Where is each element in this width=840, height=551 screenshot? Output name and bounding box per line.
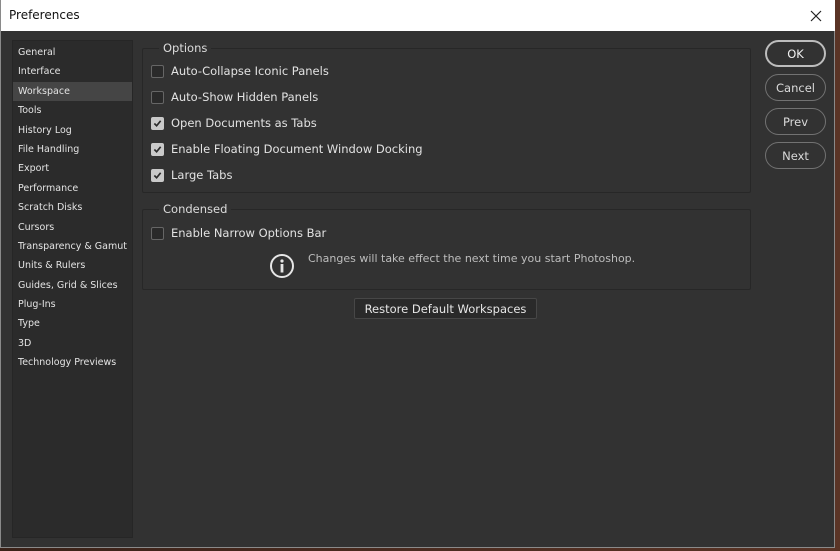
checkmark-icon xyxy=(153,171,162,179)
sidebar-item-history-log[interactable]: History Log xyxy=(13,121,132,140)
sidebar-item-guides-grid-slices[interactable]: Guides, Grid & Slices xyxy=(13,276,132,295)
enable-narrow-options-bar-checkbox[interactable]: Enable Narrow Options Bar xyxy=(151,226,326,240)
next-button[interactable]: Next xyxy=(765,142,826,169)
cancel-button[interactable]: Cancel xyxy=(765,74,826,101)
sidebar-item-general[interactable]: General xyxy=(13,43,132,62)
checkbox-box[interactable] xyxy=(151,116,164,130)
large-tabs-checkbox[interactable]: Large Tabs xyxy=(151,168,232,182)
checkbox-label: Large Tabs xyxy=(171,168,233,182)
open-documents-as-tabs-checkbox[interactable]: Open Documents as Tabs xyxy=(151,116,317,130)
title-bar: Preferences xyxy=(1,0,835,31)
auto-collapse-iconic-panels-checkbox[interactable]: Auto-Collapse Iconic Panels xyxy=(151,64,329,78)
checkmark-icon xyxy=(153,145,162,153)
checkbox-box[interactable] xyxy=(151,64,164,78)
restart-notice: Changes will take effect the next time y… xyxy=(269,252,635,279)
checkbox-label: Auto-Collapse Iconic Panels xyxy=(171,64,329,78)
condensed-group: Condensed Enable Narrow Options Bar Chan… xyxy=(142,202,751,290)
sidebar-item-transparency-gamut[interactable]: Transparency & Gamut xyxy=(13,237,132,256)
restart-notice-text: Changes will take effect the next time y… xyxy=(308,252,636,265)
sidebar: General Interface Workspace Tools Histor… xyxy=(12,40,133,538)
close-button[interactable] xyxy=(801,1,831,30)
sidebar-item-3d[interactable]: 3D xyxy=(13,334,132,353)
checkbox-label: Auto-Show Hidden Panels xyxy=(171,90,319,104)
checkmark-icon xyxy=(153,119,162,127)
options-group: Options Auto-Collapse Iconic Panels Auto… xyxy=(142,41,751,193)
sidebar-item-cursors[interactable]: Cursors xyxy=(13,218,132,237)
sidebar-item-technology-previews[interactable]: Technology Previews xyxy=(13,353,132,372)
prev-button[interactable]: Prev xyxy=(765,108,826,135)
close-icon xyxy=(810,10,822,21)
sidebar-item-interface[interactable]: Interface xyxy=(13,62,132,81)
sidebar-item-type[interactable]: Type xyxy=(13,314,132,333)
preferences-dialog: Preferences General Interface Workspace … xyxy=(0,0,835,548)
sidebar-item-export[interactable]: Export xyxy=(13,159,132,178)
checkbox-box[interactable] xyxy=(151,226,164,240)
auto-show-hidden-panels-checkbox[interactable]: Auto-Show Hidden Panels xyxy=(151,90,318,104)
checkbox-box[interactable] xyxy=(151,90,164,104)
options-group-label: Options xyxy=(159,41,212,56)
checkbox-label: Enable Narrow Options Bar xyxy=(171,226,327,240)
sidebar-item-units-rulers[interactable]: Units & Rulers xyxy=(13,256,132,275)
checkbox-label: Open Documents as Tabs xyxy=(171,116,317,130)
ok-button[interactable]: OK xyxy=(765,40,826,67)
info-icon xyxy=(270,254,294,278)
checkbox-label: Enable Floating Document Window Docking xyxy=(171,142,423,156)
checkbox-box[interactable] xyxy=(151,142,164,156)
sidebar-item-performance[interactable]: Performance xyxy=(13,179,132,198)
sidebar-item-plug-ins[interactable]: Plug-Ins xyxy=(13,295,132,314)
enable-floating-document-window-docking-checkbox[interactable]: Enable Floating Document Window Docking xyxy=(151,142,423,156)
window-title: Preferences xyxy=(9,8,80,22)
sidebar-item-file-handling[interactable]: File Handling xyxy=(13,140,132,159)
checkbox-box[interactable] xyxy=(151,168,164,182)
sidebar-item-scratch-disks[interactable]: Scratch Disks xyxy=(13,198,132,217)
sidebar-item-workspace[interactable]: Workspace xyxy=(13,81,132,102)
sidebar-item-tools[interactable]: Tools xyxy=(13,101,132,120)
condensed-group-label: Condensed xyxy=(159,202,232,217)
restore-default-workspaces-button[interactable]: Restore Default Workspaces xyxy=(354,298,537,319)
